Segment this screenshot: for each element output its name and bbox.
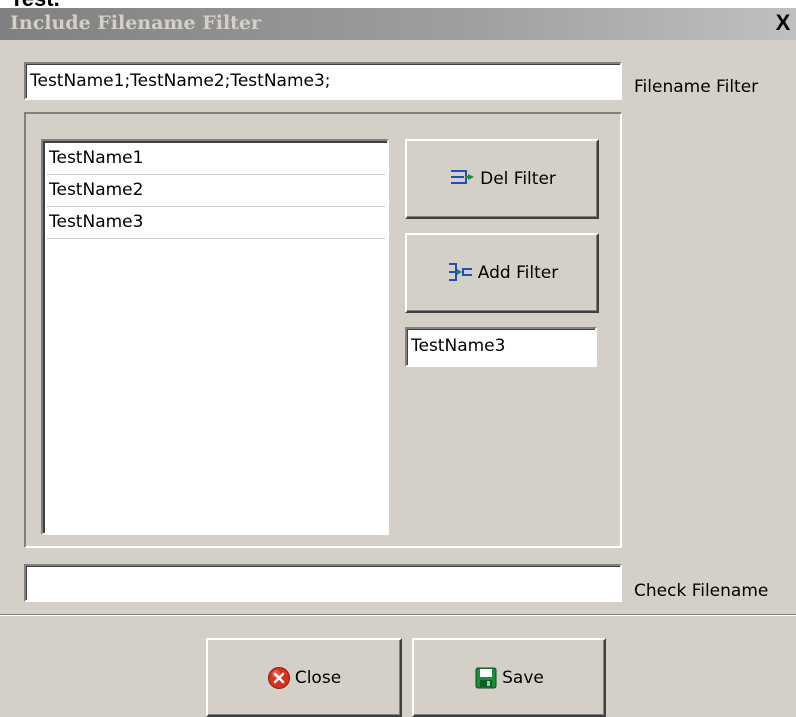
- check-filename-input[interactable]: [24, 564, 622, 602]
- title-close-button[interactable]: X: [772, 12, 794, 34]
- filter-entry-input[interactable]: TestName3: [405, 327, 597, 367]
- list-item[interactable]: TestName2: [47, 175, 385, 207]
- check-filename-label: Check Filename: [634, 581, 769, 601]
- close-circle-icon: [267, 666, 291, 690]
- window-title: Include Filename Filter: [10, 12, 262, 34]
- del-filter-button[interactable]: Del Filter: [405, 139, 599, 219]
- del-filter-icon: [448, 167, 476, 191]
- filename-filter-value: TestName1;TestName2;TestName3;: [30, 71, 331, 91]
- save-button[interactable]: Save: [412, 638, 606, 717]
- dialog-window: Include Filename Filter X TestName1;Test…: [0, 8, 796, 717]
- floppy-disk-icon: [474, 666, 498, 690]
- add-filter-label: Add Filter: [477, 263, 559, 283]
- filter-groupbox: TestName1 TestName2 TestName3 Del Filter: [24, 112, 622, 548]
- filename-filter-label: Filename Filter: [634, 77, 759, 97]
- save-label: Save: [502, 667, 544, 688]
- close-button[interactable]: Close: [206, 638, 402, 717]
- list-item[interactable]: TestName1: [47, 143, 385, 175]
- add-filter-icon: [446, 261, 474, 285]
- list-item[interactable]: TestName3: [47, 207, 385, 239]
- filename-filter-input[interactable]: TestName1;TestName2;TestName3;: [24, 62, 622, 100]
- filter-entry-value: TestName3: [411, 336, 506, 356]
- del-filter-label: Del Filter: [480, 169, 556, 189]
- title-bar[interactable]: Include Filename Filter X: [0, 8, 796, 40]
- bottom-separator: [0, 614, 796, 616]
- filter-listbox[interactable]: TestName1 TestName2 TestName3: [41, 139, 389, 535]
- close-label: Close: [294, 667, 342, 688]
- add-filter-button[interactable]: Add Filter: [405, 233, 599, 313]
